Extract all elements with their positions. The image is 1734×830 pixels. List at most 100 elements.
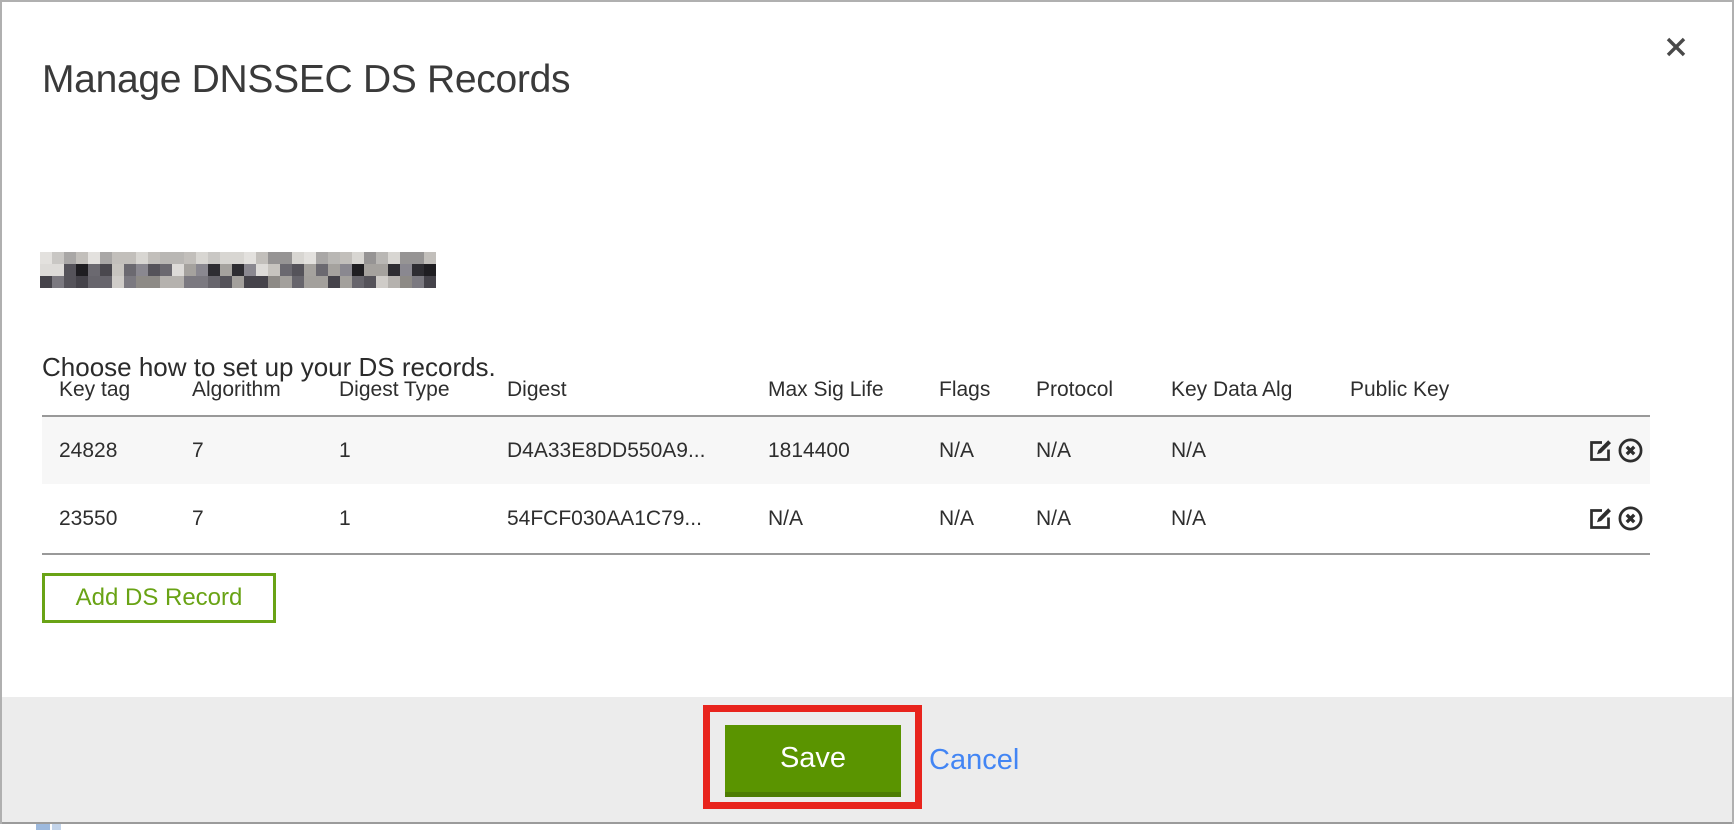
- save-button-highlight-annotation: Save: [703, 705, 922, 809]
- mosaic-block: [292, 252, 304, 264]
- mosaic-block: [280, 264, 292, 276]
- column-header-digest-type: Digest Type: [322, 364, 490, 416]
- mosaic-block: [388, 276, 400, 288]
- cell-key-data-alg: N/A: [1154, 484, 1333, 554]
- mosaic-block: [424, 252, 436, 264]
- mosaic-block: [64, 252, 76, 264]
- mosaic-block: [112, 276, 124, 288]
- mosaic-block: [232, 252, 244, 264]
- delete-record-button[interactable]: [1616, 436, 1645, 465]
- mosaic-block: [136, 252, 148, 264]
- mosaic-block: [148, 276, 160, 288]
- mosaic-block: [136, 264, 148, 276]
- mosaic-block: [40, 252, 52, 264]
- mosaic-block: [388, 252, 400, 264]
- screenshot-stage: Manage DNSSEC DS Records Choose how to s…: [0, 0, 1734, 830]
- cancel-link[interactable]: Cancel: [929, 744, 1019, 777]
- mosaic-block: [364, 252, 376, 264]
- cell-key-tag: 23550: [42, 484, 175, 554]
- mosaic-block: [184, 276, 196, 288]
- cell-key-tag: 24828: [42, 416, 175, 484]
- mosaic-block: [424, 264, 436, 276]
- mosaic-block: [244, 264, 256, 276]
- mosaic-block: [208, 252, 220, 264]
- mosaic-block: [268, 276, 280, 288]
- edit-icon: [1587, 520, 1614, 535]
- redacted-domain-name: [40, 252, 436, 288]
- mosaic-block: [232, 264, 244, 276]
- mosaic-block: [112, 264, 124, 276]
- mosaic-block: [232, 276, 244, 288]
- mosaic-block: [196, 264, 208, 276]
- cell-key-data-alg: N/A: [1154, 416, 1333, 484]
- mosaic-block: [52, 264, 64, 276]
- delete-icon: [1616, 453, 1645, 468]
- cell-protocol: N/A: [1019, 484, 1154, 554]
- mosaic-block: [136, 276, 148, 288]
- mosaic-block: [364, 276, 376, 288]
- table-row: 23550 7 1 54FCF030AA1C79... N/A N/A N/A …: [42, 484, 1650, 554]
- table-header-row: Key tag Algorithm Digest Type Digest Max…: [42, 364, 1650, 416]
- add-ds-record-button[interactable]: Add DS Record: [42, 573, 276, 623]
- mosaic-block: [160, 252, 172, 264]
- cell-digest: D4A33E8DD550A9...: [490, 416, 751, 484]
- mosaic-block: [40, 276, 52, 288]
- close-button[interactable]: [1662, 34, 1690, 62]
- mosaic-block: [52, 276, 64, 288]
- cell-public-key: [1333, 484, 1500, 554]
- mosaic-block: [76, 276, 88, 288]
- mosaic-block: [304, 264, 316, 276]
- save-button[interactable]: Save: [725, 725, 901, 797]
- mosaic-block: [340, 264, 352, 276]
- close-icon: [1664, 47, 1688, 62]
- mosaic-block: [220, 264, 232, 276]
- mosaic-block: [100, 264, 112, 276]
- mosaic-block: [184, 252, 196, 264]
- mosaic-block: [88, 252, 100, 264]
- delete-record-button[interactable]: [1616, 504, 1645, 533]
- edit-record-button[interactable]: [1587, 505, 1614, 532]
- cell-algorithm: 7: [175, 484, 322, 554]
- mosaic-block: [412, 252, 424, 264]
- mosaic-block: [256, 252, 268, 264]
- mosaic-block: [400, 276, 412, 288]
- mosaic-block: [256, 264, 268, 276]
- column-header-max-sig-life: Max Sig Life: [751, 364, 922, 416]
- column-header-public-key: Public Key: [1333, 364, 1500, 416]
- column-header-protocol: Protocol: [1019, 364, 1154, 416]
- column-header-key-data-alg: Key Data Alg: [1154, 364, 1333, 416]
- mosaic-block: [88, 264, 100, 276]
- mosaic-block: [316, 276, 328, 288]
- mosaic-block: [40, 264, 52, 276]
- mosaic-block: [160, 276, 172, 288]
- mosaic-block: [196, 276, 208, 288]
- mosaic-block: [64, 276, 76, 288]
- edit-icon: [1587, 452, 1614, 467]
- mosaic-block: [328, 264, 340, 276]
- edit-record-button[interactable]: [1587, 437, 1614, 464]
- mosaic-block: [64, 264, 76, 276]
- mosaic-block: [280, 276, 292, 288]
- mosaic-block: [352, 264, 364, 276]
- background-page-fragment: [36, 824, 50, 830]
- mosaic-block: [400, 264, 412, 276]
- mosaic-block: [124, 252, 136, 264]
- cell-public-key: [1333, 416, 1500, 484]
- column-header-digest: Digest: [490, 364, 751, 416]
- column-header-key-tag: Key tag: [42, 364, 175, 416]
- cell-algorithm: 7: [175, 416, 322, 484]
- column-header-actions: [1500, 364, 1650, 416]
- mosaic-block: [292, 264, 304, 276]
- cell-actions: [1500, 484, 1650, 554]
- mosaic-block: [148, 264, 160, 276]
- mosaic-block: [124, 276, 136, 288]
- mosaic-block: [280, 252, 292, 264]
- mosaic-block: [316, 252, 328, 264]
- mosaic-block: [52, 252, 64, 264]
- cell-flags: N/A: [922, 484, 1019, 554]
- mosaic-block: [88, 276, 100, 288]
- dialog-footer: Save Cancel: [2, 697, 1732, 824]
- mosaic-block: [328, 252, 340, 264]
- mosaic-block: [196, 252, 208, 264]
- mosaic-block: [148, 252, 160, 264]
